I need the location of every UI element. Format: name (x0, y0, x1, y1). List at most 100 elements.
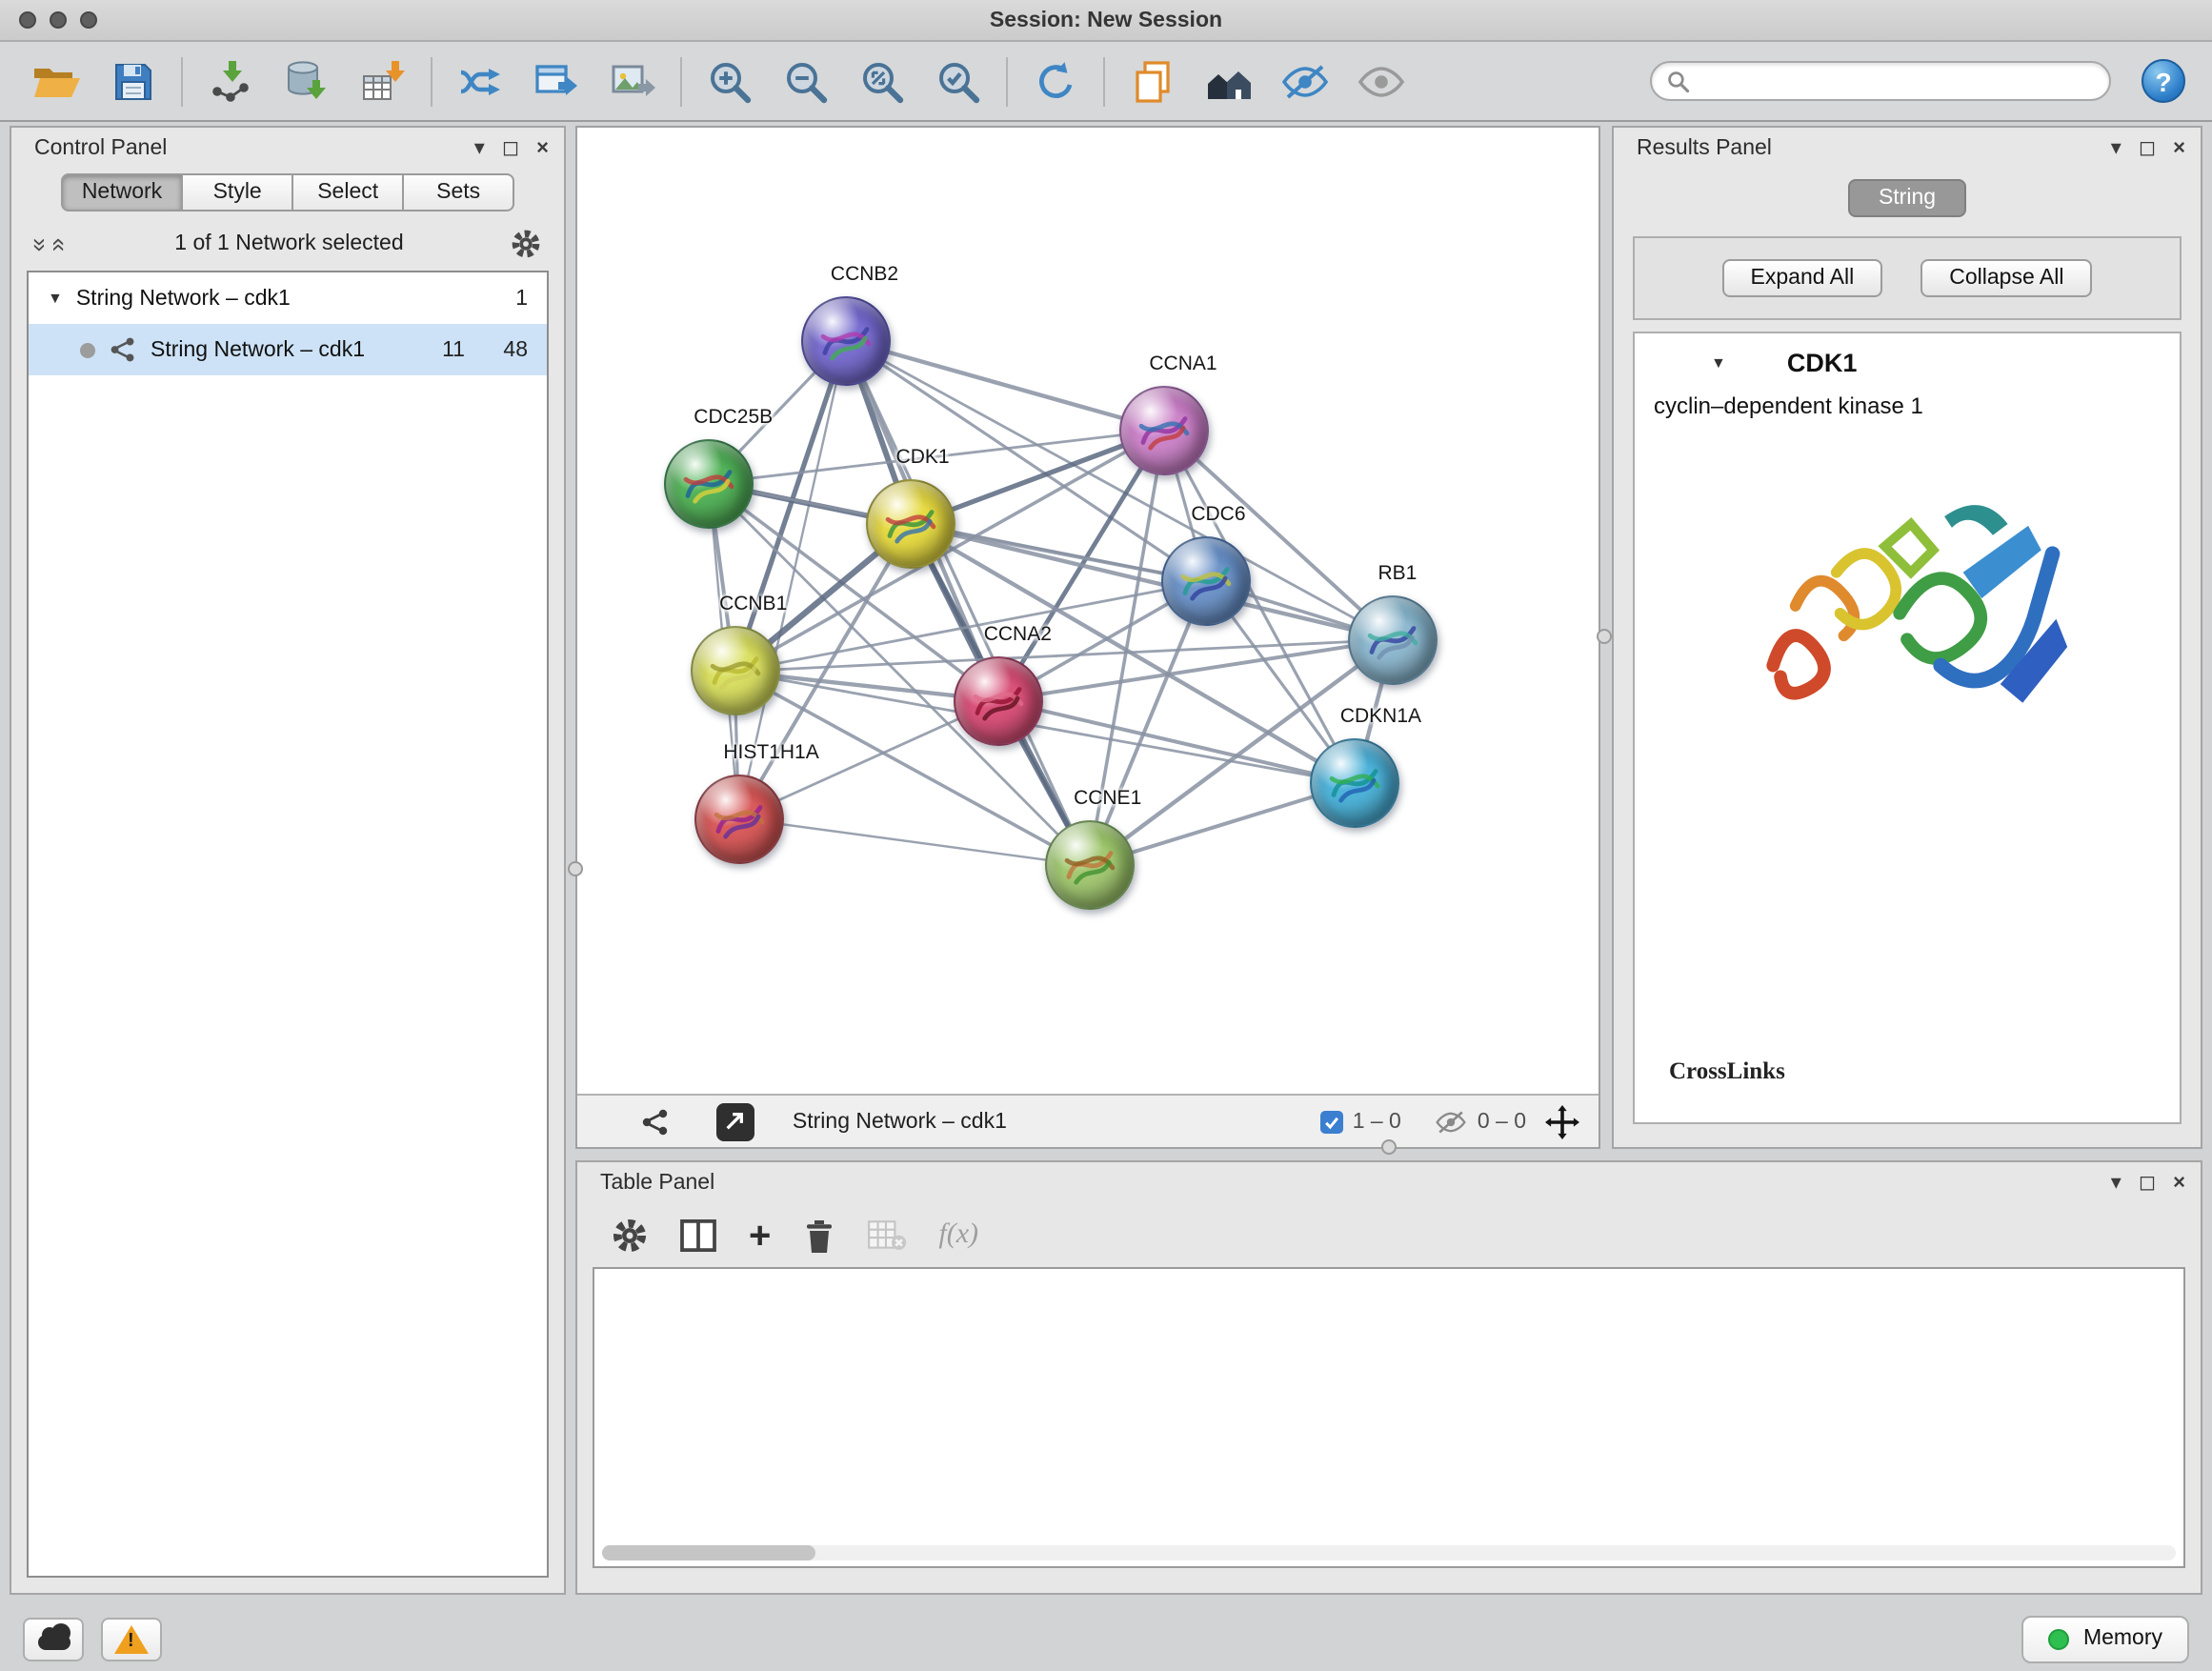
function-builder-button[interactable]: f(x) (938, 1219, 978, 1252)
birdseye-view-button[interactable] (1191, 47, 1267, 115)
panel-float-icon[interactable]: ◻ (2139, 138, 2156, 159)
search-box[interactable] (1650, 61, 2111, 101)
tab-style[interactable]: Style (183, 173, 293, 211)
horizontal-scrollbar[interactable] (602, 1545, 2176, 1560)
documents-icon (1132, 58, 1174, 104)
panel-close-icon[interactable]: × (2173, 1173, 2185, 1194)
tab-network[interactable]: Network (61, 173, 183, 211)
hidden-eye-icon[interactable] (1436, 1108, 1468, 1135)
network-node-CCNB1[interactable] (690, 627, 779, 716)
panel-close-icon[interactable]: × (2173, 138, 2185, 159)
import-network-file-icon (208, 58, 253, 104)
protein-thumbnail (956, 657, 1042, 743)
zoom-in-button[interactable] (692, 47, 768, 115)
network-edge[interactable] (846, 340, 1164, 430)
show-graphics-details-button[interactable] (1343, 47, 1419, 115)
cloud-status-button[interactable] (23, 1617, 84, 1661)
expander-icon[interactable]: ▼ (48, 290, 63, 307)
network-glyph-icon[interactable] (640, 1106, 671, 1137)
zoom-fit-button[interactable] (844, 47, 920, 115)
results-panel-title: Results Panel (1637, 137, 2111, 160)
network-row[interactable]: String Network – cdk1 11 48 (29, 324, 547, 375)
protein-thumbnail (1121, 387, 1207, 473)
tab-string[interactable]: String (1848, 179, 1966, 217)
gene-name: CDK1 (1787, 349, 1858, 377)
network-status-dot (80, 342, 95, 357)
scrollbar-thumb[interactable] (602, 1545, 815, 1560)
close-window-button[interactable] (19, 11, 36, 29)
node-label-CCNA1: CCNA1 (1149, 352, 1217, 374)
network-edge[interactable] (846, 340, 1089, 866)
panel-float-icon[interactable]: ◻ (2139, 1173, 2156, 1194)
help-button[interactable]: ? (2142, 59, 2185, 103)
save-session-button[interactable] (95, 47, 171, 115)
network-node-CDKN1A[interactable] (1311, 739, 1400, 829)
documents-button[interactable] (1115, 47, 1191, 115)
results-content: ▼ CDK1 cyclin–dependent kinase 1 (1633, 332, 2182, 1124)
panel-close-icon[interactable]: × (536, 138, 549, 159)
search-input[interactable] (1690, 70, 2094, 92)
collapse-all-button[interactable]: Collapse All (1920, 259, 2092, 297)
network-edge[interactable] (738, 818, 1089, 866)
expand-all-button[interactable]: Expand All (1722, 259, 1883, 297)
network-collection-row[interactable]: ▼ String Network – cdk1 1 (29, 272, 547, 324)
expand-all-icon[interactable]: « (49, 237, 73, 251)
import-network-from-file-button[interactable] (192, 47, 269, 115)
minimize-window-button[interactable] (50, 11, 67, 29)
memory-button[interactable]: Memory (2022, 1615, 2189, 1662)
network-node-CCNE1[interactable] (1044, 821, 1134, 911)
protein-thumbnail (869, 482, 955, 568)
network-tree: ▼ String Network – cdk1 1 String Network… (27, 271, 549, 1578)
table-panel-header: Table Panel ▾ ◻ × (577, 1162, 2201, 1204)
panel-float-icon[interactable]: ◻ (502, 138, 519, 159)
show-columns-button[interactable] (680, 1219, 716, 1252)
expander-icon[interactable]: ▼ (1711, 354, 1726, 372)
network-node-CDC6[interactable] (1161, 537, 1251, 627)
selected-checkbox-icon[interactable] (1320, 1110, 1343, 1133)
zoom-out-button[interactable] (768, 47, 844, 115)
window-controls (19, 11, 97, 29)
hide-graphics-details-button[interactable] (1267, 47, 1343, 115)
network-node-RB1[interactable] (1349, 594, 1438, 684)
warning-icon (114, 1624, 149, 1653)
warnings-button[interactable] (101, 1617, 162, 1661)
export-image-button[interactable] (594, 47, 671, 115)
export-network-button[interactable] (442, 47, 518, 115)
cloud-icon (37, 1635, 70, 1650)
network-node-CCNA1[interactable] (1119, 385, 1209, 474)
vertical-splitter-handle[interactable] (1597, 629, 1612, 644)
network-node-CDK1[interactable] (867, 480, 956, 570)
panel-menu-icon[interactable]: ▾ (474, 138, 485, 159)
panel-menu-icon[interactable]: ▾ (2111, 1173, 2122, 1194)
network-node-HIST1H1A[interactable] (694, 774, 783, 863)
panel-menu-icon[interactable]: ▾ (2111, 138, 2122, 159)
delete-column-button[interactable] (803, 1218, 834, 1253)
tab-sets[interactable]: Sets (404, 173, 514, 211)
table-settings-button[interactable] (612, 1218, 648, 1254)
horizontal-splitter-handle[interactable] (1381, 1139, 1397, 1155)
vertical-splitter-handle[interactable] (568, 861, 583, 876)
add-column-button[interactable]: + (749, 1217, 771, 1255)
open-session-button[interactable] (19, 47, 95, 115)
grid-view-icon[interactable] (596, 1109, 621, 1134)
import-table-from-file-button[interactable] (345, 47, 421, 115)
tab-select[interactable]: Select (293, 173, 404, 211)
gene-section-header[interactable]: ▼ CDK1 (1635, 333, 2180, 389)
network-canvas[interactable]: CCNB2CCNA1CDC25BCDK1CDC6RB1CCNB1CCNA2CDK… (577, 128, 1599, 1094)
pan-crosshair-icon[interactable] (1545, 1104, 1579, 1138)
export-table-button[interactable] (518, 47, 594, 115)
import-network-from-database-button[interactable] (269, 47, 345, 115)
gear-icon[interactable] (511, 229, 541, 259)
zoom-out-icon (783, 58, 829, 104)
zoom-selected-button[interactable] (920, 47, 996, 115)
protein-structure-image (1720, 438, 2094, 774)
delete-table-button[interactable] (866, 1219, 906, 1252)
network-node-CCNA2[interactable] (955, 655, 1044, 745)
open-in-new-button[interactable] (716, 1102, 754, 1140)
node-label-CDC25B: CDC25B (694, 405, 773, 428)
network-node-CCNB2[interactable] (801, 295, 891, 385)
maximize-window-button[interactable] (80, 11, 97, 29)
refresh-view-button[interactable] (1017, 47, 1094, 115)
network-node-CDC25B[interactable] (664, 438, 754, 528)
gear-icon (612, 1218, 648, 1254)
